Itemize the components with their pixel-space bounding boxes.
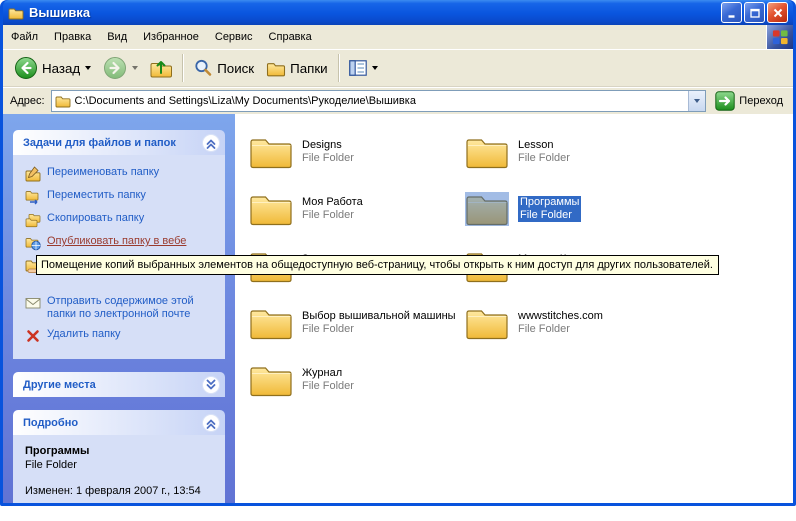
file-item-programmy[interactable]: ПрограммыFile Folder	[465, 189, 683, 229]
main-area: Задачи для файлов и папок Переименовать …	[3, 114, 793, 503]
rename-folder-icon	[25, 166, 41, 182]
file-list-area: DesignsFile Folder Моя РаботаFile Folder…	[235, 114, 793, 503]
task-move-folder[interactable]: Переместить папку	[25, 189, 220, 205]
section-file-tasks: Задачи для файлов и папок Переименовать …	[13, 130, 225, 359]
section-details: Подробно Программы File Folder Изменен: …	[13, 410, 225, 503]
go-label: Переход	[739, 95, 783, 107]
forward-button[interactable]	[97, 53, 144, 84]
window-folder-icon	[8, 6, 24, 20]
details-folder-type: File Folder	[25, 459, 217, 471]
menu-bar: Файл Правка Вид Избранное Сервис Справка	[3, 25, 793, 50]
maximize-button[interactable]	[744, 2, 765, 23]
folder-icon-selected	[465, 192, 509, 226]
search-label: Поиск	[217, 61, 254, 76]
file-tasks-header[interactable]: Задачи для файлов и папок	[13, 130, 225, 155]
collapse-button[interactable]	[202, 134, 220, 152]
forward-icon	[103, 56, 127, 80]
back-label: Назад	[42, 61, 80, 76]
task-publish-folder[interactable]: Опубликовать папку в вебе	[25, 235, 220, 251]
other-places-title: Другие места	[23, 379, 96, 391]
email-folder-icon	[25, 295, 41, 311]
up-button[interactable]	[144, 53, 178, 84]
delete-folder-icon	[25, 328, 41, 344]
toolbar-separator	[338, 54, 339, 82]
address-label: Адрес:	[10, 95, 45, 107]
explorer-window: Вышивка Файл Правка Вид Избранное Сервис…	[0, 0, 796, 506]
details-title: Подробно	[23, 417, 78, 429]
folders-button[interactable]: Папки	[260, 53, 334, 84]
views-dropdown-icon	[372, 66, 378, 70]
minimize-icon	[726, 7, 738, 19]
other-places-header[interactable]: Другие места	[13, 372, 225, 397]
views-icon	[349, 60, 367, 76]
back-dropdown-icon	[85, 66, 91, 70]
folder-icon	[465, 306, 509, 340]
selection-overlay	[465, 192, 509, 226]
file-column-2: LessonFile Folder ПрограммыFile Folder М…	[465, 132, 683, 343]
close-button[interactable]	[767, 2, 788, 23]
folder-icon	[249, 363, 293, 397]
details-header[interactable]: Подробно	[13, 410, 225, 435]
details-body: Программы File Folder Изменен: 1 февраля…	[13, 435, 225, 503]
task-pane: Задачи для файлов и папок Переименовать …	[3, 114, 235, 503]
task-rename-folder[interactable]: Переименовать папку	[25, 166, 220, 182]
address-dropdown-button[interactable]	[688, 91, 705, 111]
menu-file[interactable]: Файл	[3, 25, 46, 49]
task-email-folder[interactable]: Отправить содержимое этой папки по элект…	[25, 295, 220, 321]
expand-button[interactable]	[202, 376, 220, 394]
menu-view[interactable]: Вид	[99, 25, 135, 49]
search-icon	[193, 58, 213, 78]
address-combo	[51, 90, 707, 112]
minimize-button[interactable]	[721, 2, 742, 23]
folder-icon	[249, 192, 293, 226]
move-folder-icon	[25, 189, 41, 205]
details-modified: Изменен: 1 февраля 2007 г., 13:54	[25, 485, 217, 497]
task-delete-folder[interactable]: Удалить папку	[25, 328, 220, 344]
address-bar: Адрес: Переход	[3, 87, 793, 114]
search-button[interactable]: Поиск	[187, 53, 260, 84]
windows-logo-icon	[766, 25, 793, 49]
chevron-down-icon	[694, 99, 700, 103]
toolbar: Назад Поиск Папки	[3, 50, 793, 87]
section-other-places: Другие места	[13, 372, 225, 397]
close-icon	[772, 7, 784, 19]
window-title: Вышивка	[29, 5, 716, 20]
forward-dropdown-icon	[132, 66, 138, 70]
task-copy-folder[interactable]: Скопировать папку	[25, 212, 220, 228]
back-button[interactable]: Назад	[8, 53, 97, 84]
titlebar: Вышивка	[3, 0, 793, 25]
maximize-icon	[749, 7, 761, 19]
tooltip: Помещение копий выбранных элементов на о…	[36, 255, 719, 275]
menu-edit[interactable]: Правка	[46, 25, 99, 49]
toolbar-separator	[182, 54, 183, 82]
file-item-moya-rabota[interactable]: Моя РаботаFile Folder	[249, 189, 467, 229]
file-item-zhurnal[interactable]: ЖурналFile Folder	[249, 360, 467, 400]
file-item-designs[interactable]: DesignsFile Folder	[249, 132, 467, 172]
collapse-button[interactable]	[202, 414, 220, 432]
go-icon	[715, 91, 735, 111]
file-item-vybor-mashiny[interactable]: Выбор вышивальной машиныFile Folder	[249, 303, 467, 343]
copy-folder-icon	[25, 212, 41, 228]
go-button[interactable]: Переход	[712, 91, 786, 111]
folder-icon	[249, 306, 293, 340]
back-icon	[14, 56, 38, 80]
file-item-wwwstitches[interactable]: wwwstitches.comFile Folder	[465, 303, 683, 343]
address-folder-icon	[55, 94, 71, 108]
address-input[interactable]	[75, 92, 685, 110]
folder-icon	[249, 135, 293, 169]
file-tasks-title: Задачи для файлов и папок	[23, 137, 176, 149]
folder-up-icon	[150, 58, 172, 78]
menu-help[interactable]: Справка	[261, 25, 320, 49]
publish-folder-icon	[25, 235, 41, 251]
folder-icon	[465, 135, 509, 169]
file-item-lesson[interactable]: LessonFile Folder	[465, 132, 683, 172]
menu-tools[interactable]: Сервис	[207, 25, 261, 49]
details-folder-name: Программы	[25, 445, 217, 457]
folders-label: Папки	[290, 61, 328, 76]
window-controls	[721, 2, 788, 23]
menu-favorites[interactable]: Избранное	[135, 25, 207, 49]
folders-icon	[266, 60, 286, 77]
views-button[interactable]	[343, 53, 384, 84]
